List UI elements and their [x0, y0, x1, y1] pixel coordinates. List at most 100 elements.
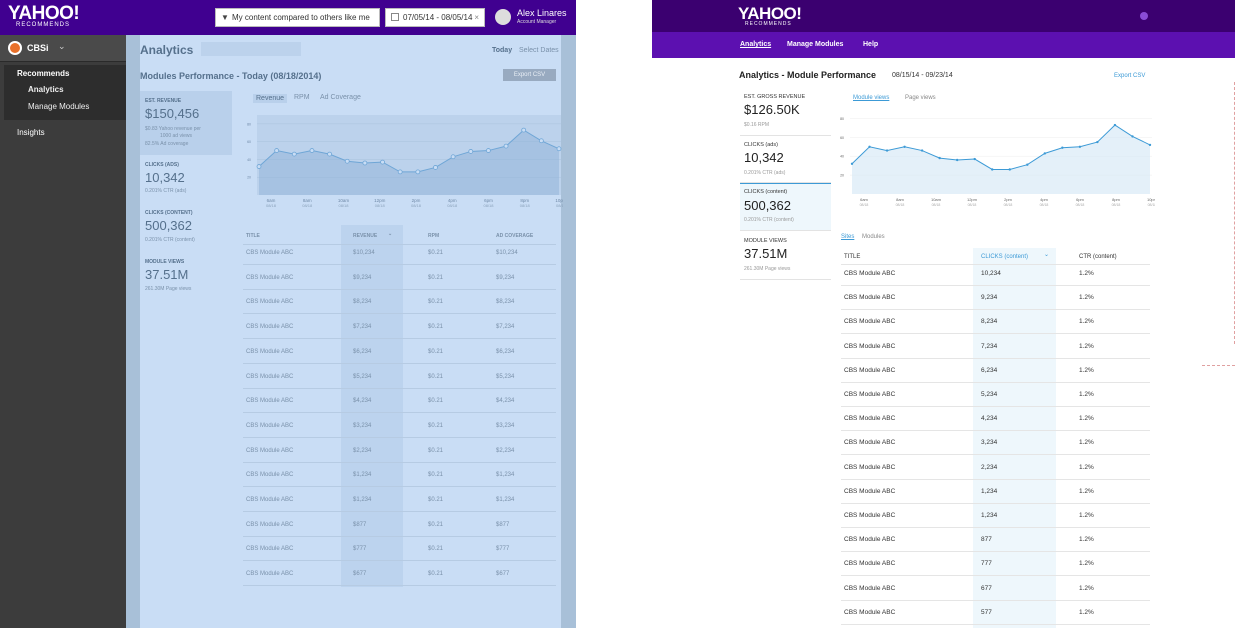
row-divider	[841, 454, 1150, 456]
nav-manage-modules[interactable]: Manage Modules	[787, 41, 843, 48]
nav-analytics[interactable]: Analytics	[740, 41, 771, 48]
metric-clicks-ads[interactable]: CLICKS (ADS) 10,342 0.201% CTR (ads)	[140, 156, 232, 202]
data-point	[1113, 123, 1117, 127]
data-point	[1008, 168, 1011, 171]
page-title: Analytics	[140, 43, 194, 57]
row-cell: $7,234	[353, 324, 372, 331]
row-title[interactable]: CBS Module ABC	[246, 299, 293, 305]
select-dates-button[interactable]: Select Dates	[519, 47, 559, 54]
gear-icon[interactable]	[1140, 12, 1148, 20]
row-title[interactable]: CBS Module ABC	[844, 294, 895, 301]
date-range[interactable]: 08/15/14 - 09/23/14	[892, 72, 953, 79]
row-cell: 4,234	[981, 415, 998, 423]
clear-date-icon[interactable]: ×	[474, 9, 479, 26]
row-divider	[841, 478, 1150, 480]
nav-help[interactable]: Help	[863, 41, 878, 48]
column-header-clicks[interactable]: CLICKS (content)	[981, 254, 1028, 260]
column-header-revenue[interactable]: REVENUE	[353, 233, 377, 239]
sidebar-item-insights[interactable]: Insights	[17, 128, 45, 137]
row-title[interactable]: CBS Module ABC	[844, 464, 895, 471]
metric-revenue[interactable]: EST. REVENUE $150,456 $0.83 Yahoo revenu…	[140, 91, 232, 155]
row-title[interactable]: CBS Module ABC	[246, 275, 293, 281]
x-tick-sublabel: 08/18	[302, 203, 313, 207]
row-title[interactable]: CBS Module ABC	[844, 343, 895, 350]
user-name[interactable]: Alex Linares	[517, 8, 567, 18]
row-title[interactable]: CBS Module ABC	[246, 374, 293, 380]
tab-modules[interactable]: Modules	[862, 234, 885, 240]
row-title[interactable]: CBS Module ABC	[246, 448, 293, 454]
metric-module-views[interactable]: MODULE VIEWS 37.51M 261.30M Page views	[740, 232, 831, 280]
row-cell: 6,234	[981, 366, 998, 374]
row-title[interactable]: CBS Module ABC	[246, 497, 293, 503]
metric-clicks-ads[interactable]: CLICKS (ads) 10,342 0.201% CTR (ads)	[740, 136, 831, 183]
row-cell: $0.21	[428, 373, 444, 380]
tab-ad-coverage[interactable]: Ad Coverage	[320, 94, 361, 101]
y-tick-label: 80	[247, 122, 251, 126]
tab-rpm[interactable]: RPM	[294, 94, 310, 101]
export-csv-link[interactable]: Export CSV	[1114, 73, 1145, 79]
row-cell: 1,234	[981, 487, 998, 495]
tab-sites[interactable]: Sites	[841, 234, 854, 240]
row-title[interactable]: CBS Module ABC	[844, 536, 895, 543]
sort-chevron-icon[interactable]: ⌄	[388, 231, 392, 237]
x-tick-sublabel: 08/18	[1040, 203, 1049, 207]
column-header-rpm[interactable]: RPM	[428, 233, 439, 239]
x-tick-sublabel: 08/18	[266, 203, 277, 207]
row-cell: 1.2%	[1079, 391, 1094, 398]
row-title[interactable]: CBS Module ABC	[246, 546, 293, 552]
row-title[interactable]: CBS Module ABC	[246, 472, 293, 478]
column-header-title[interactable]: TITLE	[246, 233, 260, 239]
row-title[interactable]: CBS Module ABC	[844, 318, 895, 325]
sidebar-item-recommends[interactable]: Recommends	[17, 69, 69, 78]
row-title[interactable]: CBS Module ABC	[844, 609, 895, 616]
sidebar-item-analytics[interactable]: Analytics	[28, 85, 64, 94]
column-header-title[interactable]: TITLE	[844, 254, 860, 260]
tab-module-views[interactable]: Module views	[853, 95, 889, 101]
row-cell: 777	[981, 560, 992, 568]
row-cell: $0.21	[428, 422, 444, 429]
row-title[interactable]: CBS Module ABC	[246, 398, 293, 404]
sidebar-item-manage-modules[interactable]: Manage Modules	[28, 102, 89, 111]
brand-switcher[interactable]: CBSi ⌄	[0, 35, 126, 62]
row-divider	[243, 412, 556, 414]
row-title[interactable]: CBS Module ABC	[844, 367, 895, 374]
row-cell: 1.2%	[1079, 342, 1094, 350]
column-header-ad-coverage[interactable]: AD COVERAGE	[496, 233, 533, 239]
y-tick-label: 40	[247, 158, 251, 162]
row-title[interactable]: CBS Module ABC	[246, 250, 293, 256]
row-title[interactable]: CBS Module ABC	[246, 349, 293, 355]
metric-module-views[interactable]: MODULE VIEWS 37.51M 261.30M Page views	[140, 253, 232, 299]
data-point	[397, 169, 403, 175]
row-title[interactable]: CBS Module ABC	[844, 512, 895, 519]
row-title[interactable]: CBS Module ABC	[844, 270, 895, 277]
export-csv-button[interactable]: Export CSV	[503, 69, 556, 81]
row-cell: $0.21	[428, 398, 444, 405]
row-title[interactable]: CBS Module ABC	[844, 415, 895, 422]
metric-label: CLICKS (content)	[744, 189, 788, 195]
row-title[interactable]: CBS Module ABC	[844, 585, 895, 592]
sort-chevron-icon[interactable]: ⌄	[1044, 251, 1049, 258]
tab-page-views[interactable]: Page views	[905, 95, 936, 101]
metric-gross-revenue[interactable]: EST. GROSS REVENUE $126.50K $0.16 RPM	[740, 88, 831, 136]
metric-clicks-content[interactable]: CLICKS (CONTENT) 500,362 0.201% CTR (con…	[140, 204, 232, 250]
row-title[interactable]: CBS Module ABC	[844, 488, 895, 495]
avatar[interactable]	[495, 9, 511, 25]
row-title[interactable]: CBS Module ABC	[246, 324, 293, 330]
tab-revenue[interactable]: Revenue	[253, 94, 288, 103]
row-title[interactable]: CBS Module ABC	[844, 391, 895, 398]
metric-clicks-content[interactable]: CLICKS (content) 500,362 0.201% CTR (con…	[740, 183, 831, 231]
row-cell: $677	[496, 571, 510, 578]
today-button[interactable]: Today	[492, 47, 512, 54]
row-cell: $777	[353, 546, 367, 553]
row-title[interactable]: CBS Module ABC	[844, 560, 895, 567]
column-header-ctr[interactable]: CTR (content)	[1079, 254, 1117, 260]
row-title[interactable]: CBS Module ABC	[844, 439, 895, 446]
metric-label: EST. REVENUE	[145, 98, 182, 104]
x-tick-sublabel: 08/18	[447, 203, 458, 207]
row-title[interactable]: CBS Module ABC	[246, 571, 293, 577]
row-title[interactable]: CBS Module ABC	[246, 522, 293, 528]
compare-filter-dropdown[interactable]: ▼ My content compared to others like me	[215, 8, 380, 27]
row-title[interactable]: CBS Module ABC	[246, 423, 293, 429]
row-divider	[841, 333, 1150, 335]
date-range-picker[interactable]: 07/05/14 - 08/05/14 ×	[385, 8, 485, 27]
